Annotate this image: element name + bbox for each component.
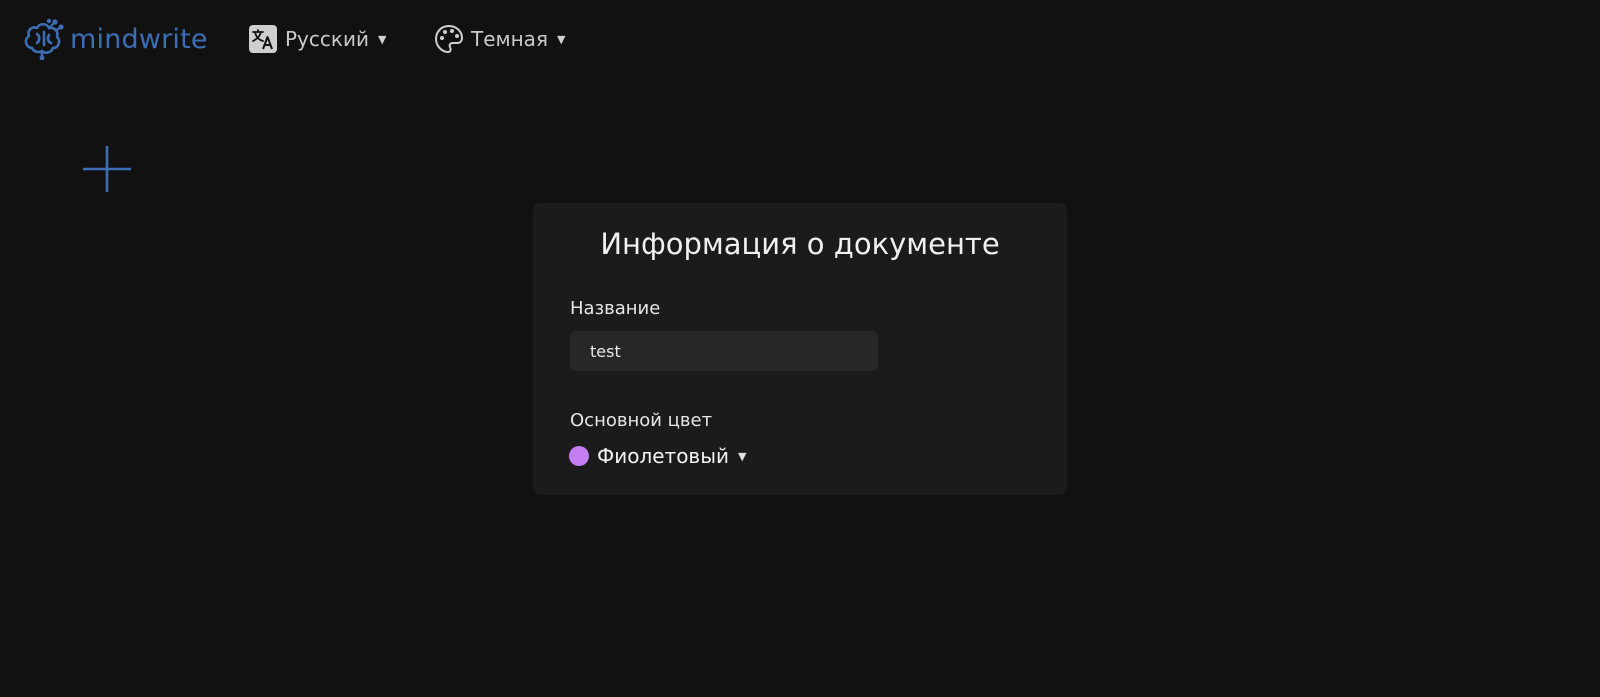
primary-color-selector[interactable]: Фиолетовый ▼: [569, 444, 746, 468]
color-swatch: [569, 446, 589, 466]
theme-label: Темная: [471, 27, 548, 51]
palette-icon: [434, 24, 464, 54]
chevron-down-icon: ▼: [738, 449, 747, 463]
plus-icon: [83, 146, 131, 192]
theme-selector[interactable]: Темная ▼: [434, 24, 565, 54]
brain-logo-icon: [24, 18, 64, 60]
color-value: Фиолетовый: [597, 444, 730, 468]
brand-name: mindwrite: [70, 23, 208, 55]
document-name-input[interactable]: [570, 331, 878, 371]
color-field-label: Основной цвет: [570, 410, 713, 431]
language-label: Русский: [285, 27, 369, 51]
document-info-panel: Информация о документе Название Основной…: [533, 203, 1067, 495]
translate-icon: [248, 24, 278, 54]
language-selector[interactable]: Русский ▼: [248, 24, 386, 54]
add-document-button[interactable]: [83, 146, 131, 194]
chevron-down-icon: ▼: [377, 32, 387, 46]
app-logo[interactable]: mindwrite: [22, 18, 208, 60]
panel-title: Информация о документе: [600, 227, 1000, 261]
chevron-down-icon: ▼: [556, 32, 566, 46]
name-field-label: Название: [570, 298, 661, 319]
top-bar: mindwrite Русский ▼ Темная ▼: [0, 0, 1600, 80]
